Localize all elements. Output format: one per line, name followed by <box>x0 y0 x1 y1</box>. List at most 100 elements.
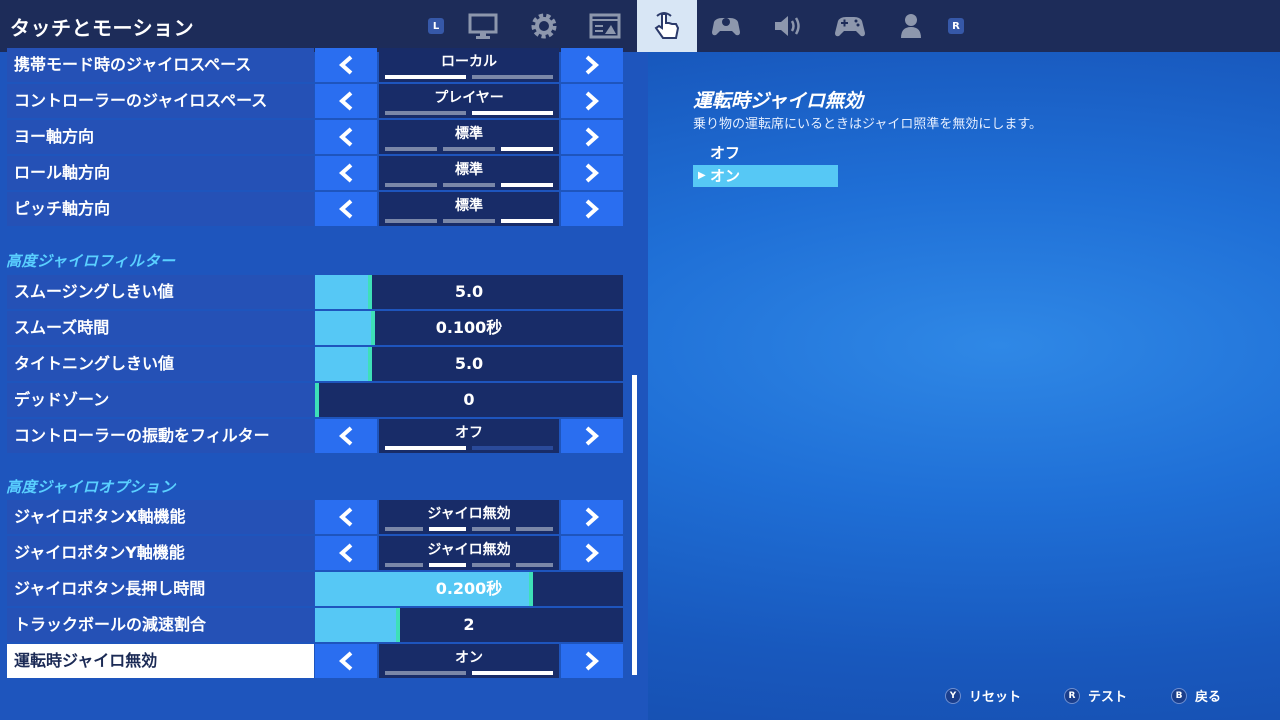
previous-button[interactable] <box>315 644 377 678</box>
option-selector: 標準 <box>315 156 623 190</box>
previous-button[interactable] <box>315 48 377 82</box>
detail-option-off[interactable]: オフ <box>693 142 838 164</box>
value-slider[interactable]: 5.0 <box>315 347 623 381</box>
shoulder-right-icon[interactable]: R <box>948 18 964 34</box>
setting-label: ジャイロボタン長押し時間 <box>7 572 314 606</box>
option-indicator <box>385 446 553 450</box>
option-selector: ローカル <box>315 48 623 82</box>
value-slider[interactable]: 0.100秒 <box>315 311 623 345</box>
previous-button[interactable] <box>315 84 377 118</box>
option-selector: ジャイロ無効 <box>315 536 623 570</box>
option-indicator <box>385 147 553 151</box>
next-button[interactable] <box>561 48 623 82</box>
setting-row-pitch-direction[interactable]: ピッチ軸方向 標準 <box>7 192 623 226</box>
shoulder-left-icon[interactable]: L <box>428 18 444 34</box>
chevron-right-icon <box>585 91 600 111</box>
setting-row-roll-direction[interactable]: ロール軸方向 標準 <box>7 156 623 190</box>
top-bar: タッチとモーション L R <box>0 0 1280 52</box>
reset-button[interactable]: Y リセット <box>945 686 1021 705</box>
previous-button[interactable] <box>315 120 377 154</box>
account-icon <box>901 14 921 38</box>
option-selector: 標準 <box>315 120 623 154</box>
option-indicator <box>385 527 553 531</box>
next-button[interactable] <box>561 84 623 118</box>
next-button[interactable] <box>561 156 623 190</box>
setting-row-smooth-time[interactable]: スムーズ時間 0.100秒 <box>7 311 623 345</box>
r-stick-icon: R <box>1064 687 1080 704</box>
setting-row-deadzone[interactable]: デッドゾーン 0 <box>7 383 623 417</box>
chevron-left-icon <box>338 163 353 183</box>
previous-button[interactable] <box>315 536 377 570</box>
display-settings-icon <box>589 13 621 39</box>
setting-row-gyro-button-x[interactable]: ジャイロボタンX軸機能 ジャイロ無効 <box>7 500 623 534</box>
previous-button[interactable] <box>315 156 377 190</box>
tab-touch-motion[interactable] <box>637 0 697 52</box>
back-button[interactable]: B 戻る <box>1171 686 1221 705</box>
option-value-box: 標準 <box>379 156 559 190</box>
chevron-right-icon <box>585 163 600 183</box>
tab-audio[interactable] <box>758 0 818 52</box>
next-button[interactable] <box>561 120 623 154</box>
option-value-box: オフ <box>379 419 559 453</box>
option-indicator <box>385 111 553 115</box>
slider-value: 5.0 <box>454 282 484 301</box>
next-button[interactable] <box>561 500 623 534</box>
next-button[interactable] <box>561 192 623 226</box>
option-value: オン <box>455 650 483 666</box>
test-button[interactable]: R テスト <box>1064 686 1127 705</box>
gear-icon <box>531 13 557 39</box>
next-button[interactable] <box>561 644 623 678</box>
scrollbar[interactable] <box>632 375 637 675</box>
test-label: テスト <box>1088 690 1128 705</box>
tab-controller[interactable] <box>820 0 880 52</box>
detail-option-on[interactable]: ▶ オン <box>693 165 838 187</box>
setting-label: ロール軸方向 <box>7 156 314 190</box>
chevron-right-icon <box>585 507 600 527</box>
option-value-box: ジャイロ無効 <box>379 500 559 534</box>
value-slider[interactable]: 5.0 <box>315 275 623 309</box>
next-button[interactable] <box>561 419 623 453</box>
option-value: プレイヤー <box>434 90 504 106</box>
setting-row-trackball-decel[interactable]: トラックボールの減速割合 2 <box>7 608 623 642</box>
setting-row-gyro-button-y[interactable]: ジャイロボタンY軸機能 ジャイロ無効 <box>7 536 623 570</box>
value-slider[interactable]: 0.200秒 <box>315 572 623 606</box>
previous-button[interactable] <box>315 500 377 534</box>
chevron-left-icon <box>338 651 353 671</box>
previous-button[interactable] <box>315 419 377 453</box>
chevron-left-icon <box>338 426 353 446</box>
setting-label: ピッチ軸方向 <box>7 192 314 226</box>
option-selector: オフ <box>315 419 623 453</box>
option-value-box: オン <box>379 644 559 678</box>
controller-icon <box>835 17 865 37</box>
value-slider[interactable]: 2 <box>315 608 623 642</box>
value-slider[interactable]: 0 <box>315 383 623 417</box>
setting-row-yaw-direction[interactable]: ヨー軸方向 標準 <box>7 120 623 154</box>
setting-label: コントローラーの振動をフィルター <box>7 419 314 453</box>
tab-game[interactable] <box>514 0 574 52</box>
setting-row-vibration-filter[interactable]: コントローラーの振動をフィルター オフ <box>7 419 623 453</box>
tab-display[interactable] <box>453 0 513 52</box>
option-value: オフ <box>455 425 483 441</box>
setting-row-handheld-gyro-space[interactable]: 携帯モード時のジャイロスペース ローカル <box>7 48 623 82</box>
option-indicator <box>385 75 553 79</box>
next-button[interactable] <box>561 536 623 570</box>
setting-row-controller-gyro-space[interactable]: コントローラーのジャイロスペース プレイヤー <box>7 84 623 118</box>
slider-value: 0.200秒 <box>435 579 503 598</box>
setting-label: 運転時ジャイロ無効 <box>7 644 314 678</box>
setting-label: スムージングしきい値 <box>7 275 314 309</box>
tab-brightness[interactable] <box>575 0 635 52</box>
setting-label: タイトニングしきい値 <box>7 347 314 381</box>
previous-button[interactable] <box>315 192 377 226</box>
option-label: オン <box>710 167 741 185</box>
tab-controller-settings[interactable] <box>696 0 756 52</box>
option-selector: プレイヤー <box>315 84 623 118</box>
setting-label: ジャイロボタンY軸機能 <box>7 536 314 570</box>
setting-row-gyro-hold-time[interactable]: ジャイロボタン長押し時間 0.200秒 <box>7 572 623 606</box>
chevron-right-icon <box>585 651 600 671</box>
setting-row-smoothing-threshold[interactable]: スムージングしきい値 5.0 <box>7 275 623 309</box>
tab-account[interactable] <box>881 0 941 52</box>
setting-row-tightening-threshold[interactable]: タイトニングしきい値 5.0 <box>7 347 623 381</box>
option-value-box: 標準 <box>379 120 559 154</box>
gamepad-settings-icon <box>712 18 740 36</box>
setting-row-disable-gyro-driving[interactable]: 運転時ジャイロ無効 オン <box>7 644 623 678</box>
